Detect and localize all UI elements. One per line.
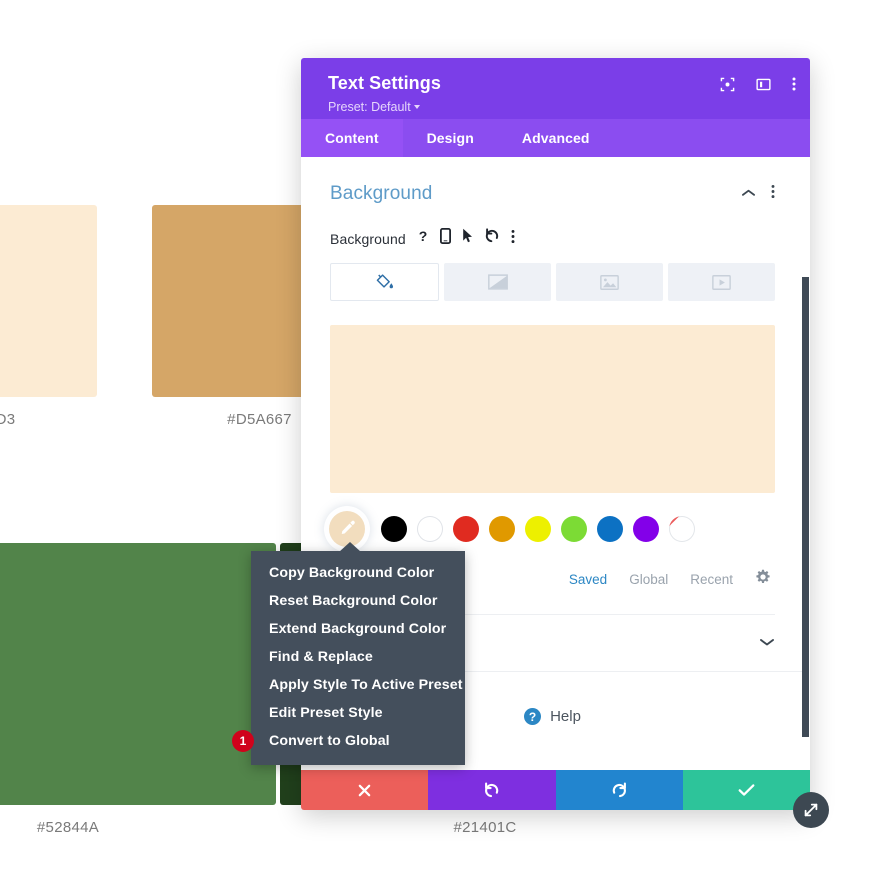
undo-button[interactable] xyxy=(428,770,556,810)
color-swatch-row xyxy=(329,511,775,547)
background-field-label: Background xyxy=(330,230,406,247)
kebab-menu-icon[interactable] xyxy=(511,229,515,249)
focus-icon[interactable] xyxy=(720,77,735,92)
preset-selector[interactable]: Preset: Default xyxy=(328,100,420,114)
black-swatch[interactable] xyxy=(381,516,407,542)
background-color-tab[interactable] xyxy=(330,263,439,301)
resize-handle[interactable] xyxy=(793,792,829,828)
gear-icon[interactable] xyxy=(755,569,771,590)
menu-item-edit-preset-style[interactable]: Edit Preset Style xyxy=(251,699,465,727)
help-icon[interactable]: ? xyxy=(417,228,429,249)
modal-tab-bar: Content Design Advanced xyxy=(301,119,810,157)
eyedropper-icon xyxy=(341,520,355,535)
kebab-menu-icon[interactable] xyxy=(792,76,796,92)
background-type-tabs xyxy=(330,263,775,301)
green-swatch[interactable] xyxy=(561,516,587,542)
redo-button[interactable] xyxy=(555,770,683,810)
tab-content[interactable]: Content xyxy=(301,119,403,157)
menu-item-find-and-replace[interactable]: Find & Replace xyxy=(251,643,465,671)
red-swatch[interactable] xyxy=(453,516,479,542)
background-section-header[interactable]: Background xyxy=(330,157,775,205)
purple-swatch[interactable] xyxy=(633,516,659,542)
hover-pointer-icon[interactable] xyxy=(462,228,473,249)
menu-item-label: Convert to Global xyxy=(269,733,390,749)
save-button[interactable] xyxy=(682,770,810,810)
background-color-preview[interactable] xyxy=(330,325,775,493)
tab-design[interactable]: Design xyxy=(403,119,498,157)
background-gradient-tab[interactable] xyxy=(444,263,551,301)
help-label: Help xyxy=(550,708,581,725)
palette-swatch-chip xyxy=(0,205,97,397)
chevron-down-icon xyxy=(413,104,420,109)
no-color-swatch[interactable] xyxy=(669,516,695,542)
cancel-button[interactable] xyxy=(301,770,429,810)
modal-footer-actions xyxy=(301,770,810,810)
palette-swatch-card: DD3 xyxy=(0,205,97,428)
palette-swatch-label: #21401C xyxy=(453,819,517,836)
palette-swatch-label: DD3 xyxy=(0,411,16,428)
tab-advanced[interactable]: Advanced xyxy=(498,119,614,157)
menu-item-apply-style-to-active-preset[interactable]: Apply Style To Active Preset xyxy=(251,671,465,699)
background-section: Background Background ? Saved Global Rec… xyxy=(301,157,804,615)
orange-swatch[interactable] xyxy=(489,516,515,542)
palette-swatch-label: #52844A xyxy=(36,819,100,836)
menu-item-extend-background-color[interactable]: Extend Background Color xyxy=(251,615,465,643)
modal-scrollbar[interactable] xyxy=(802,277,809,737)
titlebar-icon-group xyxy=(720,76,796,92)
chevron-up-icon[interactable] xyxy=(741,185,756,203)
background-section-actions xyxy=(741,184,775,204)
background-video-tab[interactable] xyxy=(668,263,775,301)
menu-item-reset-background-color[interactable]: Reset Background Color xyxy=(251,587,465,615)
blue-swatch[interactable] xyxy=(597,516,623,542)
step-badge: 1 xyxy=(232,730,254,752)
help-circle-icon: ? xyxy=(524,708,542,725)
white-swatch[interactable] xyxy=(417,516,443,542)
modal-titlebar: Text Settings Preset: Default xyxy=(301,58,810,119)
chevron-down-icon[interactable] xyxy=(759,634,775,652)
palette-tab-recent[interactable]: Recent xyxy=(690,572,733,587)
mobile-icon[interactable] xyxy=(439,227,451,249)
svg-text:?: ? xyxy=(418,229,427,244)
palette-swatch-chip xyxy=(0,543,276,805)
layout-panel-icon[interactable] xyxy=(756,77,771,92)
palette-tab-saved[interactable]: Saved xyxy=(569,572,607,587)
menu-item-copy-background-color[interactable]: Copy Background Color xyxy=(251,559,465,587)
menu-item-convert-to-global[interactable]: 1 Convert to Global xyxy=(232,727,465,755)
background-image-tab[interactable] xyxy=(556,263,663,301)
reset-icon[interactable] xyxy=(484,228,500,249)
preset-label: Preset: Default xyxy=(328,99,411,114)
palette-swatch-card: #52844A xyxy=(0,543,276,836)
resize-diagonal-icon xyxy=(804,803,818,817)
palette-tab-global[interactable]: Global xyxy=(629,572,668,587)
yellow-swatch[interactable] xyxy=(525,516,551,542)
background-context-menu: Copy Background Color Reset Background C… xyxy=(232,542,465,765)
background-section-title: Background xyxy=(330,183,433,204)
kebab-menu-icon[interactable] xyxy=(771,184,775,204)
background-field-label-row: Background ? xyxy=(330,228,775,249)
